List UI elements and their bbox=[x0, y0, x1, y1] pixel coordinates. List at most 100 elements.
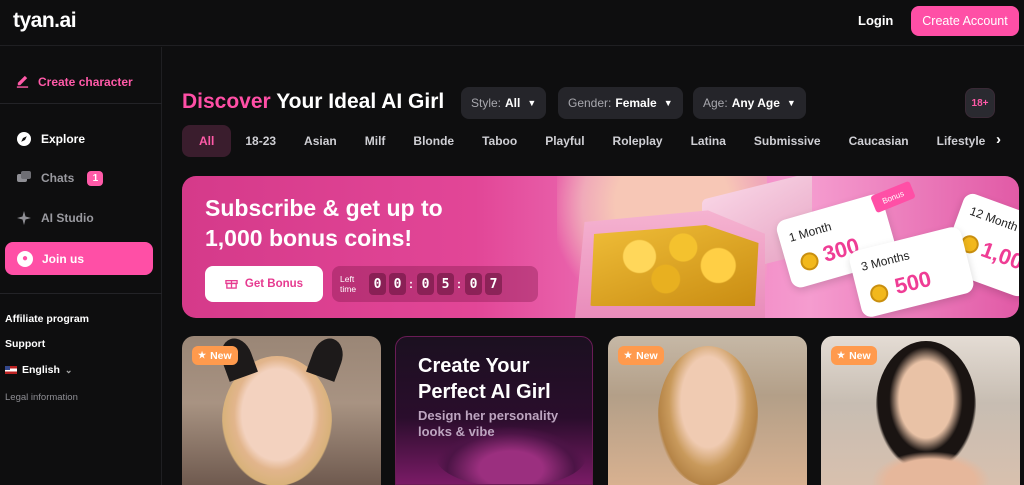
timer-label: Left time bbox=[340, 274, 366, 294]
sidebar-item-label: Chats bbox=[41, 171, 75, 185]
tab-playful[interactable]: Playful bbox=[531, 125, 598, 157]
new-badge-label: New bbox=[849, 349, 871, 362]
star-icon: ★ bbox=[837, 350, 846, 360]
get-bonus-button[interactable]: Get Bonus bbox=[205, 266, 323, 302]
filter-value: Any Age bbox=[731, 96, 780, 110]
sidebar-item-explore[interactable]: Explore bbox=[16, 131, 85, 147]
new-badge: ★ New bbox=[192, 346, 238, 365]
tab-all[interactable]: All bbox=[182, 125, 232, 157]
offer-amount: 500 bbox=[892, 265, 934, 300]
sidebar-item-chats[interactable]: Chats 1 bbox=[16, 170, 104, 186]
top-bar: tyan.ai Login Create Account bbox=[0, 0, 1024, 46]
tab-milf[interactable]: Milf bbox=[351, 125, 400, 157]
character-image bbox=[658, 346, 758, 485]
offer-label: 3 Months bbox=[859, 248, 911, 274]
banner-title-line: 1,000 bonus coins! bbox=[205, 225, 413, 251]
countdown-timer: Left time 0 0 : 0 5 : 0 7 bbox=[332, 266, 538, 302]
promo-banner: Subscribe & get up to 1,000 bonus coins!… bbox=[182, 176, 1019, 318]
language-selector[interactable]: English ⌄ bbox=[5, 364, 72, 376]
chevron-down-icon: ▼ bbox=[663, 98, 673, 108]
affiliate-program-link[interactable]: Affiliate program bbox=[5, 313, 89, 325]
new-badge: ★ New bbox=[831, 346, 877, 365]
login-link[interactable]: Login bbox=[858, 13, 893, 28]
gender-filter[interactable]: Gender: Female ▼ bbox=[558, 87, 683, 119]
coin-icon bbox=[868, 282, 891, 305]
page-title-rest: Your Ideal AI Girl bbox=[276, 90, 445, 113]
character-body-image bbox=[861, 446, 1001, 485]
tab-lifestyle[interactable]: Lifestyle bbox=[923, 125, 994, 157]
create-character-label: Create character bbox=[38, 75, 133, 89]
promo-card-title: Create Your Perfect AI Girl bbox=[418, 353, 551, 405]
page-title-accent: Discover bbox=[182, 90, 271, 113]
sidebar: Create character Explore Chats 1 AI Stud… bbox=[0, 47, 162, 485]
get-bonus-label: Get Bonus bbox=[244, 278, 304, 290]
category-tabs: All 18-23 Asian Milf Blonde Taboo Playfu… bbox=[182, 125, 994, 157]
style-filter[interactable]: Style: All ▼ bbox=[461, 87, 547, 119]
timer-digit: 0 bbox=[369, 273, 386, 295]
create-account-button[interactable]: Create Account bbox=[911, 6, 1019, 36]
chevron-down-icon: ▼ bbox=[527, 98, 537, 108]
compass-icon bbox=[16, 131, 32, 147]
filter-value: Female bbox=[615, 96, 657, 110]
filter-label: Age: bbox=[703, 96, 728, 110]
page-title: Discover Your Ideal AI Girl bbox=[182, 90, 444, 114]
timer-digit: 7 bbox=[485, 273, 502, 295]
bonus-tag: Bonus bbox=[870, 180, 916, 214]
character-card[interactable]: ★ New bbox=[182, 336, 381, 485]
sidebar-divider bbox=[0, 293, 162, 294]
promo-subtitle-line: Design her personality bbox=[418, 408, 559, 423]
tab-blonde[interactable]: Blonde bbox=[399, 125, 468, 157]
timer-label-line: Left bbox=[340, 274, 355, 284]
new-badge-label: New bbox=[210, 349, 232, 362]
character-card[interactable]: ★ New bbox=[608, 336, 807, 485]
timer-separator: : bbox=[457, 277, 461, 291]
create-girl-promo-card[interactable]: Create Your Perfect AI Girl Design her p… bbox=[395, 336, 593, 485]
tab-taboo[interactable]: Taboo bbox=[468, 125, 531, 157]
timer-digit: 0 bbox=[417, 273, 434, 295]
sidebar-item-label: Explore bbox=[41, 132, 86, 146]
timer-label-line: time bbox=[340, 284, 357, 294]
new-badge-label: New bbox=[636, 349, 658, 362]
character-card[interactable]: ★ New bbox=[821, 336, 1020, 485]
tab-submissive[interactable]: Submissive bbox=[740, 125, 835, 157]
sidebar-item-ai-studio[interactable]: AI Studio bbox=[16, 210, 94, 226]
support-link[interactable]: Support bbox=[5, 338, 45, 350]
filter-label: Gender: bbox=[568, 96, 612, 110]
gift-icon bbox=[225, 276, 238, 292]
filter-value: All bbox=[505, 96, 521, 110]
offer-label: 12 Month bbox=[967, 203, 1019, 235]
age-18-toggle[interactable]: 18+ bbox=[965, 88, 995, 118]
sidebar-divider bbox=[0, 103, 162, 104]
us-flag-icon bbox=[5, 366, 17, 374]
chevron-right-icon[interactable]: › bbox=[996, 131, 1001, 148]
promo-card-subtitle: Design her personality looks & vibe bbox=[418, 408, 558, 440]
new-badge: ★ New bbox=[618, 346, 664, 365]
tab-roleplay[interactable]: Roleplay bbox=[599, 125, 677, 157]
unread-badge: 1 bbox=[87, 170, 104, 186]
promo-title-line: Perfect AI Girl bbox=[418, 381, 551, 403]
legal-information-link[interactable]: Legal information bbox=[5, 392, 78, 403]
filter-label: Style: bbox=[471, 96, 502, 110]
age-filter[interactable]: Age: Any Age ▼ bbox=[693, 87, 806, 119]
banner-title: Subscribe & get up to 1,000 bonus coins! bbox=[205, 193, 443, 253]
sparkle-icon bbox=[16, 210, 32, 226]
tab-latina[interactable]: Latina bbox=[677, 125, 740, 157]
join-us-button[interactable]: ● Join us bbox=[5, 242, 153, 275]
tab-caucasian[interactable]: Caucasian bbox=[835, 125, 923, 157]
timer-digit: 0 bbox=[389, 273, 406, 295]
chevron-down-icon: ⌄ bbox=[64, 364, 73, 375]
timer-digit: 5 bbox=[437, 273, 454, 295]
promo-title-line: Create Your bbox=[418, 355, 530, 377]
timer-separator: : bbox=[409, 277, 413, 291]
create-character-link[interactable]: Create character bbox=[15, 73, 133, 91]
coin-icon bbox=[798, 250, 821, 273]
user-icon: ● bbox=[17, 250, 33, 267]
language-label: English bbox=[22, 364, 60, 376]
star-icon: ★ bbox=[198, 350, 207, 360]
tab-asian[interactable]: Asian bbox=[290, 125, 351, 157]
chat-icon bbox=[16, 170, 32, 186]
logo[interactable]: tyan.ai bbox=[13, 9, 77, 33]
tab-18-23[interactable]: 18-23 bbox=[231, 125, 290, 157]
chevron-down-icon: ▼ bbox=[786, 98, 796, 108]
banner-title-line: Subscribe & get up to bbox=[205, 195, 443, 221]
